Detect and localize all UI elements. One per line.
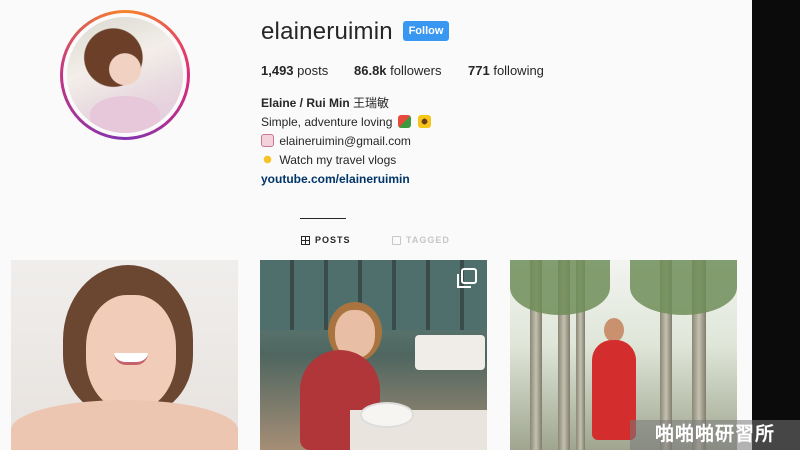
watermark: 啪啪啪研習所 <box>630 420 800 450</box>
following-stat[interactable]: 771 following <box>468 63 544 78</box>
video-letterbox <box>752 0 800 450</box>
posts-stat[interactable]: 1,493 posts <box>261 63 328 78</box>
post-thumbnail[interactable] <box>11 260 238 450</box>
sunflower-emoji-icon <box>418 115 432 128</box>
followers-label: followers <box>390 63 442 78</box>
sparkle-emoji-icon <box>261 153 274 166</box>
avatar-photo <box>67 17 183 133</box>
envelope-emoji-icon <box>261 134 274 147</box>
grid-icon <box>301 235 310 245</box>
posts-count: 1,493 <box>261 63 294 78</box>
profile-page: elaineruimin Follow 1,493 posts 86.8k fo… <box>0 0 752 450</box>
posts-label: posts <box>297 63 329 78</box>
tag-icon <box>392 235 401 245</box>
tab-posts[interactable]: POSTS <box>301 235 351 245</box>
full-name-cjk: 王瑞敏 <box>353 96 390 110</box>
followers-count: 86.8k <box>354 63 387 78</box>
watermelon-emoji-icon <box>397 115 411 128</box>
follow-button[interactable]: Follow <box>403 21 449 41</box>
multiple-posts-icon <box>457 268 477 288</box>
bio-email: elaineruimin@gmail.com <box>279 134 411 148</box>
full-name: Elaine / Rui Min <box>261 96 350 110</box>
tab-posts-label: POSTS <box>315 235 351 245</box>
bio-line-3: Watch my travel vlogs <box>279 153 397 167</box>
bio-website-link[interactable]: youtube.com/elaineruimin <box>261 172 410 186</box>
tab-tagged-label: TAGGED <box>406 235 450 245</box>
following-label: following <box>493 63 544 78</box>
tab-tagged[interactable]: TAGGED <box>392 235 450 245</box>
username: elaineruimin <box>261 18 393 45</box>
profile-bio: Elaine / Rui Min 王瑞敏 Simple, adventure l… <box>261 94 433 189</box>
following-count: 771 <box>468 63 490 78</box>
followers-stat[interactable]: 86.8k followers <box>354 63 441 78</box>
active-tab-indicator <box>300 218 346 219</box>
post-thumbnail[interactable] <box>260 260 487 450</box>
profile-avatar[interactable] <box>60 10 190 140</box>
bio-line-1: Simple, adventure loving <box>261 115 393 129</box>
